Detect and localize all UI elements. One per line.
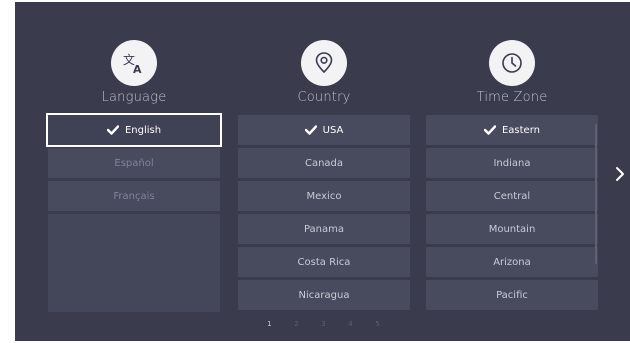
list-item-central[interactable]: Central [426, 181, 598, 211]
check-icon [106, 125, 119, 135]
page-5[interactable]: 5 [375, 320, 381, 328]
page-1[interactable]: 1 [267, 320, 273, 328]
item-label: Pacific [496, 289, 528, 301]
list-item-francais[interactable]: Français [48, 181, 220, 211]
item-label: Arizona [493, 256, 531, 268]
list-item-eastern[interactable]: Eastern [426, 115, 598, 145]
list-item-nicaragua[interactable]: Nicaragua [238, 280, 410, 310]
country-list: USA Canada Mexico Panama Costa Rica Nica… [238, 115, 410, 313]
item-label: Eastern [501, 124, 540, 136]
item-label: Français [113, 190, 155, 202]
list-item-indiana[interactable]: Indiana [426, 148, 598, 178]
translate-icon: 文 A [111, 40, 157, 86]
item-label: Mexico [306, 190, 342, 202]
list-item-arizona[interactable]: Arizona [426, 247, 598, 277]
item-label: Indiana [493, 157, 531, 169]
page-4[interactable]: 4 [348, 320, 354, 328]
check-icon [304, 125, 317, 135]
location-pin-icon [301, 40, 347, 86]
item-label: Mountain [488, 223, 536, 235]
list-item-espanol[interactable]: Español [48, 148, 220, 178]
clock-icon [489, 40, 535, 86]
list-item-english[interactable]: English [46, 113, 222, 147]
next-arrow-button[interactable] [611, 162, 629, 186]
list-item-costa-rica[interactable]: Costa Rica [238, 247, 410, 277]
page-2[interactable]: 2 [294, 320, 300, 328]
setup-screen: 文 A Language English Español Français Co… [15, 2, 630, 341]
list-item-canada[interactable]: Canada [238, 148, 410, 178]
item-label: Español [114, 157, 154, 169]
country-title: Country [297, 90, 351, 105]
language-list: English Español Français [46, 113, 222, 312]
item-label: Nicaragua [298, 289, 350, 301]
list-item-pacific[interactable]: Pacific [426, 280, 598, 310]
item-label: USA [322, 124, 344, 136]
timezone-title: Time Zone [476, 90, 548, 105]
check-icon [483, 125, 496, 135]
language-title: Language [101, 90, 167, 105]
timezone-list: Eastern Indiana Central Mountain Arizona… [426, 115, 598, 313]
page-3[interactable]: 3 [321, 320, 327, 328]
item-label: Costa Rica [297, 256, 351, 268]
svg-text:A: A [133, 63, 142, 76]
timezone-scrollbar[interactable] [595, 124, 597, 264]
chevron-right-icon [616, 167, 624, 181]
list-item-mexico[interactable]: Mexico [238, 181, 410, 211]
item-label: Central [493, 190, 531, 202]
item-label: Canada [304, 157, 344, 169]
empty-area [48, 214, 220, 312]
item-label: Panama [303, 223, 345, 235]
pagination: 1 2 3 4 5 [15, 320, 630, 328]
list-item-mountain[interactable]: Mountain [426, 214, 598, 244]
list-item-panama[interactable]: Panama [238, 214, 410, 244]
list-item-usa[interactable]: USA [238, 115, 410, 145]
item-label: English [124, 124, 162, 136]
